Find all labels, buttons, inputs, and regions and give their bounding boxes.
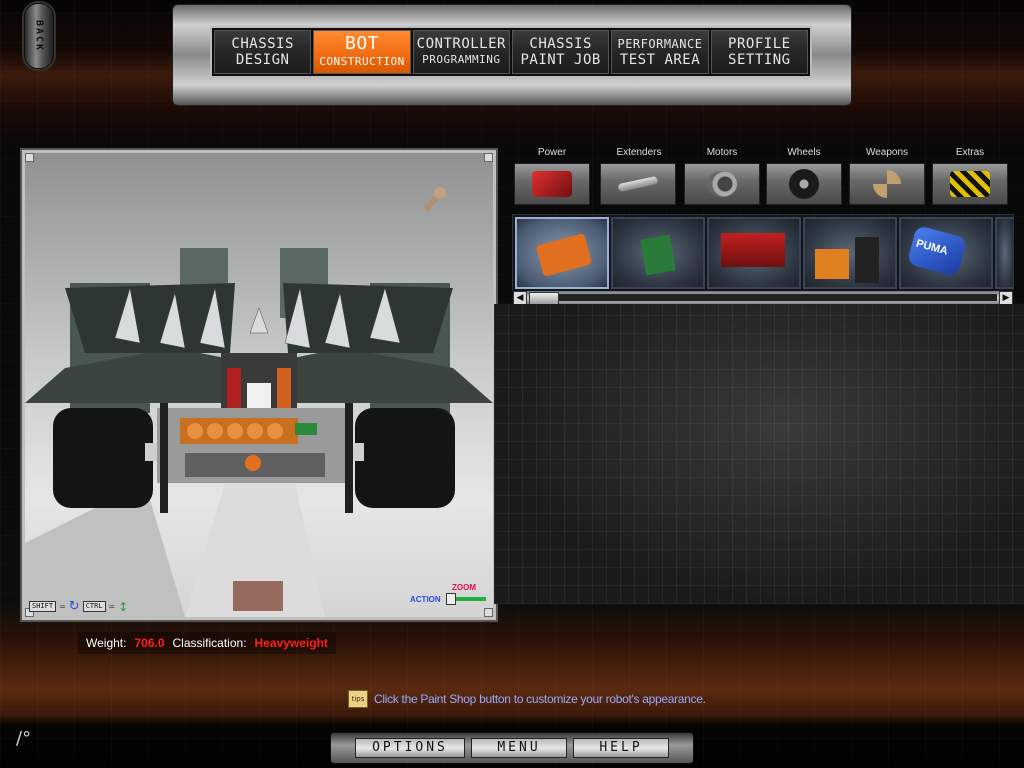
zoom-track: [456, 597, 486, 601]
degree-glyph-icon: /°: [16, 728, 32, 749]
tab-profile-setting[interactable]: PROFILE SETTING: [710, 30, 808, 74]
blade-weapon-icon: [873, 170, 901, 198]
battery-pair-icon: [815, 249, 849, 279]
back-button[interactable]: BACK: [24, 3, 54, 69]
category-weapons-button[interactable]: [849, 163, 925, 205]
robot-3d-viewport[interactable]: SHIFT = ↻ CTRL = ↕ ZOOM ACTION: [22, 150, 496, 620]
ctrl-key-hint: CTRL: [82, 601, 106, 612]
tab-label-line2: CONSTRUCTION: [319, 55, 405, 68]
orange-battery-pack-icon: [535, 233, 593, 277]
weight-label: Weight:: [86, 636, 127, 650]
part-item-red-battery-box[interactable]: [707, 217, 801, 289]
tip-text: Click the Paint Shop button to customize…: [374, 692, 706, 706]
equals-sign: =: [108, 602, 116, 611]
tab-label-line1: CONTROLLER: [416, 36, 506, 52]
category-motors-button[interactable]: [684, 163, 760, 205]
puma-label: PUMA: [914, 237, 950, 258]
puma-battery-icon: PUMA: [906, 224, 968, 278]
top-nav: CHASSIS DESIGN BOT CONSTRUCTION CONTROLL…: [210, 26, 812, 78]
help-button[interactable]: HELP: [573, 738, 669, 758]
tab-label-line2: SETTING: [728, 52, 791, 68]
part-item-partial[interactable]: [995, 217, 1013, 289]
rotate-icon: ↻: [68, 598, 80, 614]
wheel-icon: [789, 169, 819, 199]
part-item-battery-pair[interactable]: [803, 217, 897, 289]
vertical-move-icon: ↕: [118, 599, 129, 614]
tab-label-line2: DESIGN: [235, 52, 290, 68]
category-label-power: Power: [537, 147, 567, 158]
category-label-weapons: Weapons: [865, 147, 909, 158]
circuit-board-background: [494, 304, 1024, 604]
classification-value: Heavyweight: [254, 636, 328, 650]
circuit-board-icon: [640, 234, 676, 276]
category-extenders-button[interactable]: [600, 163, 676, 205]
tips-icon: tips: [348, 690, 368, 708]
scroll-right-arrow-icon[interactable]: ▶: [999, 291, 1013, 305]
dark-battery-icon: [855, 237, 879, 283]
tab-controller-programming[interactable]: CONTROLLER PROGRAMMING: [412, 30, 510, 74]
extender-bar-icon: [617, 175, 659, 193]
action-label: ACTION: [410, 595, 441, 604]
viewport-corner: [484, 608, 493, 617]
options-button[interactable]: OPTIONS: [355, 738, 465, 758]
battery-icon: [532, 171, 572, 197]
part-item-orange-battery-pack[interactable]: [515, 217, 609, 289]
scroll-left-arrow-icon[interactable]: ◀: [513, 291, 527, 305]
tab-label-line1: PERFORMANCE: [617, 37, 703, 51]
category-wheels-button[interactable]: [766, 163, 842, 205]
category-label-motors: Motors: [706, 147, 738, 158]
red-battery-box-icon: [721, 233, 785, 267]
parts-strip: PUMA: [512, 214, 1014, 292]
tab-label-line1: CHASSIS: [529, 36, 592, 52]
control-hints: SHIFT = ↻ CTRL = ↕: [29, 598, 129, 614]
zoom-knob[interactable]: [446, 593, 456, 605]
viewport-corner: [25, 153, 34, 162]
robot-model: [25, 187, 493, 617]
classification-label: Classification:: [172, 636, 247, 650]
tab-label-line1: PROFILE: [728, 36, 791, 52]
category-label-extenders: Extenders: [616, 147, 662, 158]
tab-label-line1: CHASSIS: [231, 36, 294, 52]
tip-row: tips Click the Paint Shop button to cust…: [348, 690, 706, 708]
viewport-corner: [484, 153, 493, 162]
tab-label-line2: PAINT JOB: [520, 52, 601, 68]
category-label-wheels: Wheels: [787, 147, 821, 158]
category-extras-button[interactable]: [932, 163, 1008, 205]
category-power-button[interactable]: [514, 163, 590, 205]
tab-chassis-paint-job[interactable]: CHASSIS PAINT JOB: [511, 30, 610, 74]
tab-chassis-design[interactable]: CHASSIS DESIGN: [214, 30, 312, 74]
zoom-label: ZOOM: [452, 583, 476, 592]
menu-button[interactable]: MENU: [471, 738, 567, 758]
tab-label-line1: BOT: [344, 33, 379, 54]
hazard-extra-icon: [950, 171, 990, 197]
weight-value: 706.0: [134, 636, 165, 650]
equals-sign: =: [59, 602, 66, 611]
shift-key-hint: SHIFT: [29, 601, 57, 612]
weight-classification-row: Weight: 706.0 Classification: Heavyweigh…: [78, 632, 336, 654]
tab-performance-test-area[interactable]: PERFORMANCE TEST AREA: [611, 30, 709, 74]
motor-icon: [707, 171, 737, 197]
category-label-extras: Extras: [955, 147, 985, 158]
tab-label-line2: TEST AREA: [619, 52, 701, 68]
part-item-puma-battery[interactable]: PUMA: [899, 217, 993, 289]
zoom-action-control[interactable]: ZOOM ACTION: [410, 583, 490, 607]
tab-bot-construction[interactable]: BOT CONSTRUCTION: [313, 30, 411, 74]
scroll-track[interactable]: [557, 294, 997, 301]
back-label: BACK: [33, 19, 45, 53]
bottom-nav: OPTIONS MENU HELP: [330, 732, 694, 764]
tab-label-line2: PROGRAMMING: [422, 53, 501, 66]
part-item-circuit-board[interactable]: [611, 217, 705, 289]
